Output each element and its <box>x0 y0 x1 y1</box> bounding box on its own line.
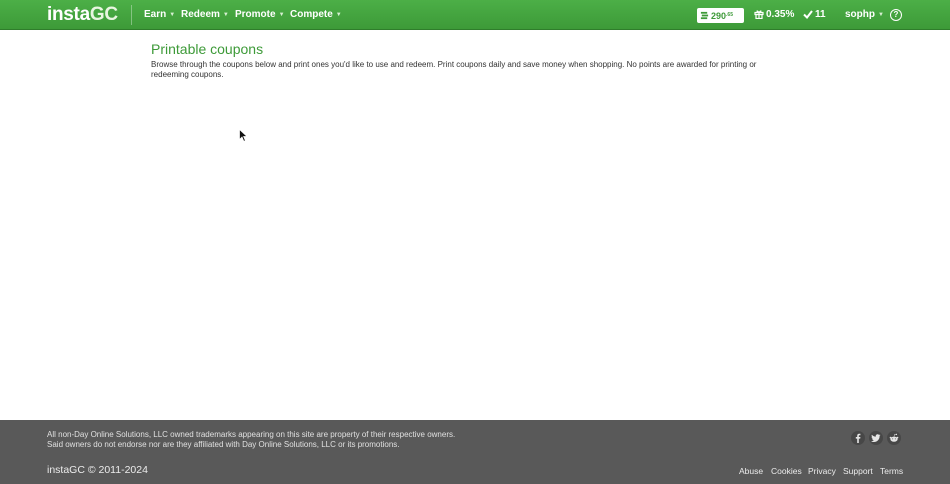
points-balance-badge[interactable]: 290.65 <box>697 8 744 23</box>
nav-compete-label: Compete <box>290 9 333 20</box>
completed-offers-stat[interactable]: 11 <box>803 0 826 30</box>
chevron-down-icon: ▼ <box>878 12 884 18</box>
copyright: instaGC © 2011-2024 <box>47 464 148 476</box>
nav-earn-label: Earn <box>144 9 167 20</box>
reddit-icon[interactable] <box>887 431 901 445</box>
coins-icon <box>700 11 709 20</box>
nav-redeem[interactable]: Redeem ▼ <box>181 0 229 30</box>
footer-link-privacy[interactable]: Privacy <box>808 466 836 476</box>
username-label: sophp <box>845 9 875 20</box>
points-cents: .65 <box>726 12 733 18</box>
footer-link-support[interactable]: Support <box>843 466 873 476</box>
points-value: 290 <box>711 11 727 21</box>
twitter-icon[interactable] <box>869 431 883 445</box>
user-menu[interactable]: sophp ▼ <box>845 0 884 30</box>
chevron-down-icon: ▼ <box>278 12 285 18</box>
nav-redeem-label: Redeem <box>181 9 220 20</box>
chevron-down-icon: ▼ <box>222 12 229 18</box>
gift-icon <box>754 10 764 20</box>
nav-promote-label: Promote <box>235 9 276 20</box>
nav-earn[interactable]: Earn ▼ <box>144 0 175 30</box>
completed-count: 11 <box>815 9 826 20</box>
checkmark-icon <box>803 10 813 20</box>
nav-compete[interactable]: Compete ▼ <box>290 0 342 30</box>
chevron-down-icon: ▼ <box>335 12 342 18</box>
trademark-notice: All non-Day Online Solutions, LLC owned … <box>47 430 455 449</box>
trademark-notice-line-1: All non-Day Online Solutions, LLC owned … <box>47 430 456 439</box>
bonus-rate-stat[interactable]: 0.35% <box>754 0 794 30</box>
bonus-rate-value: 0.35% <box>766 9 795 20</box>
chevron-down-icon: ▼ <box>169 12 176 18</box>
footer-link-cookies[interactable]: Cookies <box>771 466 802 476</box>
logo-text-accent: GC <box>89 4 118 25</box>
logo-divider <box>131 5 132 25</box>
help-icon[interactable]: ? <box>890 9 902 21</box>
page-description: Browse through the coupons below and pri… <box>151 60 757 79</box>
top-navbar: instaGC Earn ▼ Redeem ▼ Promote ▼ Compete ▼ … <box>0 0 950 30</box>
facebook-icon[interactable] <box>851 431 865 445</box>
logo-text-main: insta <box>47 4 90 25</box>
trademark-notice-line-2: Said owners do not endorse nor are they … <box>47 439 400 449</box>
mouse-cursor-icon <box>239 129 248 142</box>
site-footer: All non-Day Online Solutions, LLC owned … <box>0 420 950 484</box>
instagc-logo[interactable]: instaGC <box>47 4 118 26</box>
main-content: Printable coupons Browse through the cou… <box>151 40 791 79</box>
footer-link-terms[interactable]: Terms <box>880 466 903 476</box>
nav-promote[interactable]: Promote ▼ <box>235 0 285 30</box>
footer-link-abuse[interactable]: Abuse <box>739 466 763 476</box>
page-title: Printable coupons <box>151 41 264 57</box>
